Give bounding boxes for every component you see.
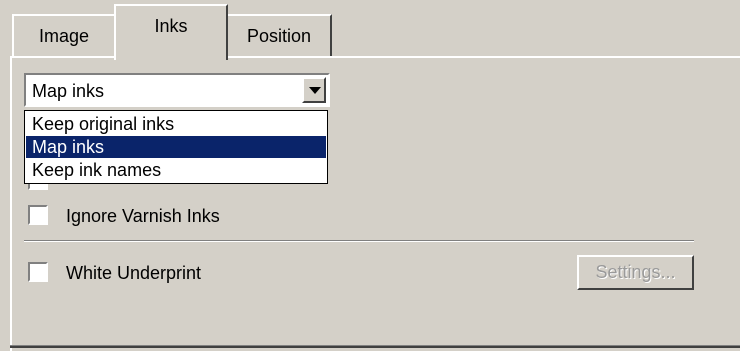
separator <box>24 240 694 242</box>
tab-strip: Image Position Inks <box>0 0 740 60</box>
chevron-down-icon <box>309 87 321 94</box>
settings-button[interactable]: Settings... <box>577 255 694 290</box>
tab-image[interactable]: Image <box>12 14 116 57</box>
tab-position[interactable]: Position <box>226 14 332 57</box>
ink-mode-value: Map inks <box>32 81 105 101</box>
ignore-varnish-checkbox[interactable] <box>28 205 48 225</box>
ink-mode-dropdown-list: Keep original inks Map inks Keep ink nam… <box>24 110 328 184</box>
dropdown-button[interactable] <box>302 77 326 103</box>
ink-mode-select[interactable]: Map inks <box>24 73 330 107</box>
ignore-varnish-label[interactable]: Ignore Varnish Inks <box>66 204 220 228</box>
option-keep-original-inks[interactable]: Keep original inks <box>26 113 326 135</box>
white-underprint-checkbox[interactable] <box>28 262 48 282</box>
panel-bottom-edge <box>10 345 740 348</box>
tab-inks[interactable]: Inks <box>114 4 228 60</box>
white-underprint-label[interactable]: White Underprint <box>66 261 201 285</box>
option-map-inks[interactable]: Map inks <box>26 136 326 158</box>
option-keep-ink-names[interactable]: Keep ink names <box>26 159 326 181</box>
